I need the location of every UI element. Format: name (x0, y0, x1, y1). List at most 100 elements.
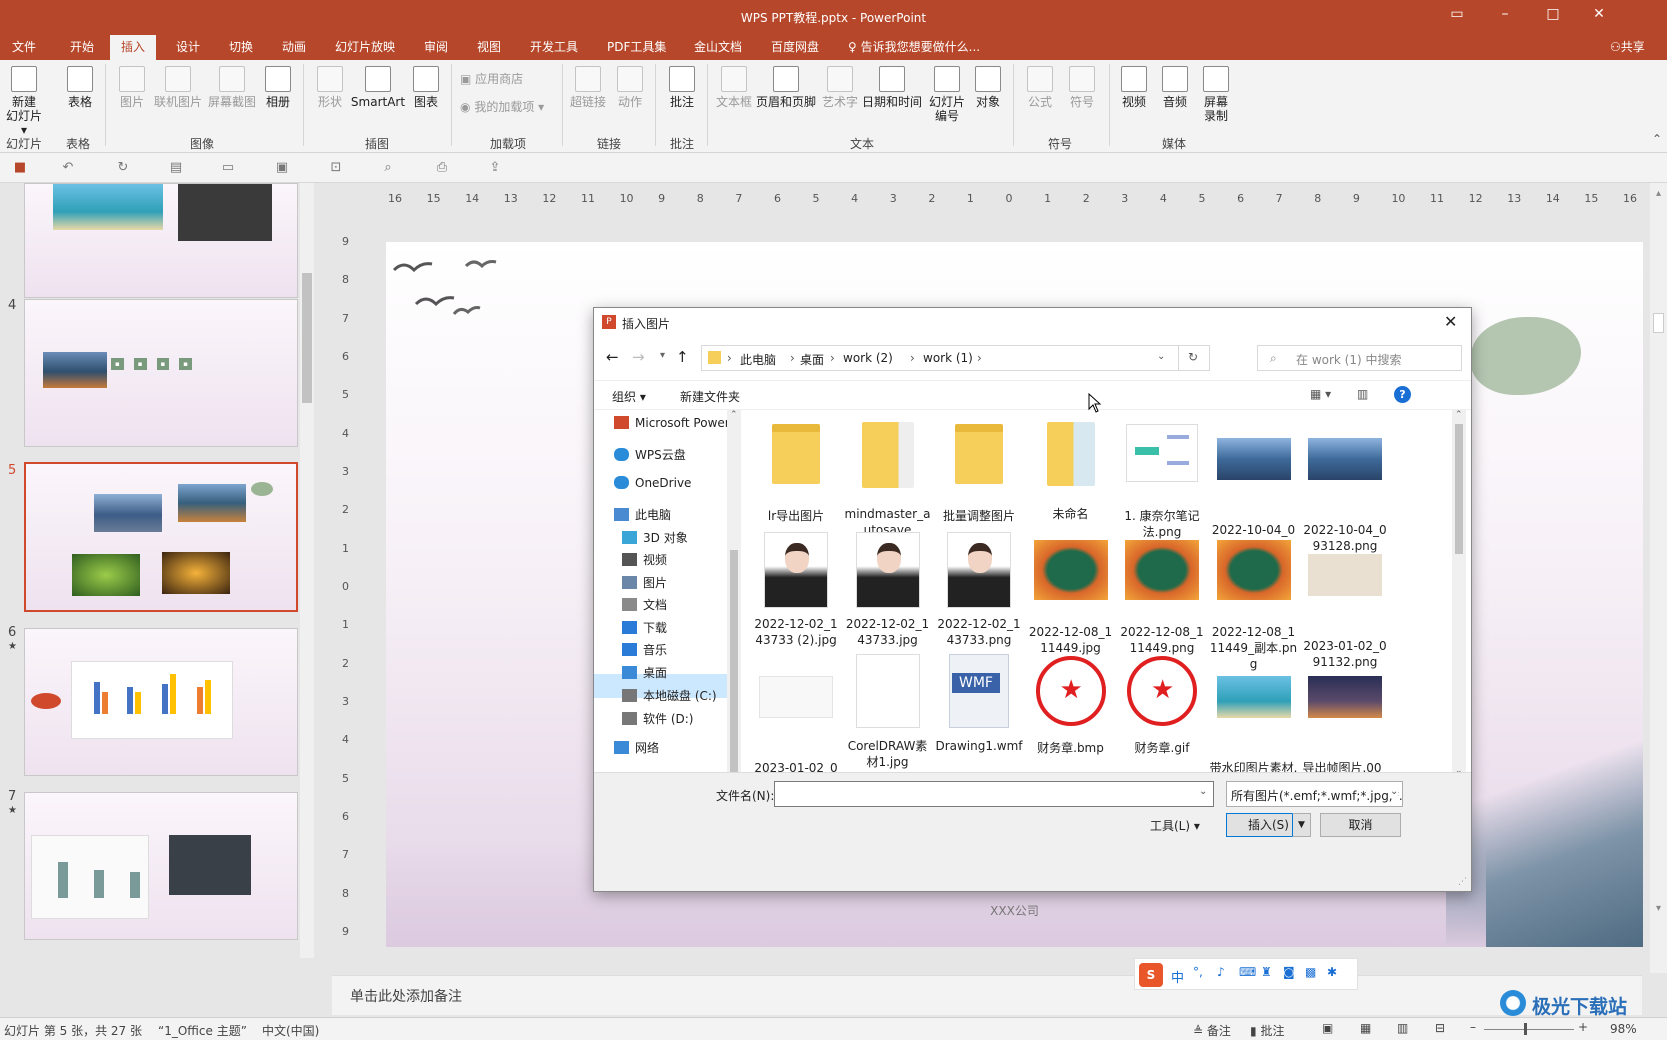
online-picture-button[interactable]: 联机图片 (150, 66, 206, 109)
slideshow-view-icon[interactable]: ⊟ (1435, 1021, 1445, 1035)
file-item[interactable]: 2022-12-02_143733.jpg (843, 532, 933, 648)
dialog-close-button[interactable]: ✕ (1444, 312, 1457, 331)
close-button[interactable]: ✕ (1584, 6, 1614, 22)
preview-icon[interactable]: ⌕ (380, 160, 396, 176)
present-icon[interactable]: ⊡ (328, 160, 344, 176)
scrollbar-thumb[interactable] (730, 550, 738, 780)
apps-icon[interactable]: ▩ (1305, 965, 1316, 979)
tab-transitions[interactable]: 切换 (229, 38, 253, 55)
collapse-ribbon-icon[interactable]: ⌃ (1652, 132, 1662, 146)
zoom-slider[interactable] (1484, 1029, 1574, 1030)
audio-button[interactable]: 音频 (1155, 66, 1195, 109)
nav-item[interactable]: 软件 (D:) (622, 710, 693, 727)
tab-animations[interactable]: 动画 (282, 38, 306, 55)
notes-toggle[interactable]: ≜ 备注 (1193, 1022, 1231, 1039)
zoom-slider-thumb[interactable] (1524, 1023, 1527, 1035)
nav-item[interactable]: 音乐 (622, 641, 667, 658)
skin-icon[interactable]: ♜ (1261, 965, 1272, 979)
address-dropdown-icon[interactable]: ⌄ (1157, 351, 1165, 362)
reading-view-icon[interactable]: ▥ (1397, 1021, 1408, 1035)
refresh-icon[interactable]: ↻ (1188, 350, 1198, 364)
file-item[interactable]: 2022-12-02_143733.png (934, 532, 1024, 648)
zoom-in-button[interactable]: + (1578, 1020, 1588, 1034)
tab-baidu-netdisk[interactable]: 百度网盘 (771, 38, 819, 55)
breadcrumb-work1[interactable]: work (1) (923, 351, 973, 365)
settings-icon[interactable]: ✱ (1327, 965, 1337, 979)
scroll-down-icon[interactable]: ▾ (1656, 903, 1661, 914)
nav-item[interactable]: 此电脑 (614, 506, 671, 523)
datetime-button[interactable]: 日期和时间 (860, 66, 924, 109)
nav-item[interactable]: 视频 (622, 551, 667, 568)
tab-view[interactable]: 视图 (477, 38, 501, 55)
resize-grip-icon[interactable]: ⋰ (1458, 877, 1467, 887)
new-folder-button[interactable]: 新建文件夹 (680, 388, 740, 405)
chart-button[interactable]: 图表 (406, 66, 446, 109)
slide-footer[interactable]: XXX公司 (386, 902, 1643, 919)
action-button[interactable]: 动作 (610, 66, 650, 109)
filename-dropdown-icon[interactable]: ⌄ (1199, 786, 1207, 797)
scroll-up-icon[interactable]: ⌃ (730, 410, 738, 420)
filetype-select[interactable]: 所有图片(*.emf;*.wmf;*.jpg;*.j (1226, 781, 1403, 807)
shapes-button[interactable]: 形状 (310, 66, 350, 109)
nav-item[interactable]: 桌面 (622, 664, 667, 681)
ribbon-display-icon[interactable]: ▭ (1442, 6, 1472, 22)
forward-arrow-icon[interactable]: → (632, 348, 645, 366)
comment-button[interactable]: 批注 (662, 66, 702, 109)
up-arrow-icon[interactable]: ↑ (676, 348, 689, 366)
slide-thumbnail-5[interactable] (24, 462, 298, 612)
recent-dropdown-icon[interactable]: ▾ (660, 350, 665, 361)
redo-icon[interactable]: ↻ (115, 160, 131, 176)
file-item[interactable]: 未命名 (1026, 418, 1116, 522)
preview-pane-icon[interactable]: ▥ (1357, 387, 1368, 401)
tab-slideshow[interactable]: 幻灯片放映 (335, 38, 395, 55)
slide-thumbnail-7[interactable] (24, 792, 298, 940)
layout-icon[interactable]: ▭ (220, 160, 236, 176)
save-icon[interactable]: ■ (12, 160, 28, 176)
normal-view-icon[interactable]: ▣ (1322, 1021, 1333, 1035)
tab-file[interactable]: 文件 (12, 38, 36, 55)
nav-item[interactable]: WPS云盘 (614, 446, 686, 463)
cancel-button[interactable]: 取消 (1320, 813, 1401, 837)
file-item[interactable]: 2022-12-08_111449.png (1117, 532, 1207, 656)
picture-button[interactable]: 图片 (112, 66, 152, 109)
tab-review[interactable]: 审阅 (424, 38, 448, 55)
file-item[interactable]: 2023-01-02_091132.png (1300, 532, 1390, 670)
file-item[interactable]: 2022-12-02_143733 (2).jpg (751, 532, 841, 648)
scrollbar-thumb[interactable] (1653, 313, 1664, 333)
zoom-level[interactable]: 98% (1610, 1022, 1637, 1036)
microphone-icon[interactable]: ♪ (1217, 965, 1225, 979)
slide-scrollbar[interactable]: ▴ ▾ (1650, 183, 1667, 973)
tab-insert[interactable]: 插入 (110, 35, 157, 60)
file-item[interactable]: ★ 财务章.gif (1117, 654, 1207, 756)
symbol-button[interactable]: 符号 (1062, 66, 1102, 109)
print-icon[interactable]: ⎙ (434, 160, 450, 176)
breadcrumb-work2[interactable]: work (2) (843, 351, 893, 365)
scrollbar-thumb[interactable] (1455, 424, 1463, 554)
start-slideshow-icon[interactable]: ▣ (274, 160, 290, 176)
slide-thumbnail-3[interactable] (24, 183, 298, 298)
textbox-button[interactable]: 文本框 (712, 66, 756, 109)
scroll-up-icon[interactable]: ▴ (1656, 188, 1661, 199)
file-item[interactable]: WMF Drawing1.wmf (934, 654, 1024, 754)
file-item[interactable]: CorelDRAW素材1.jpg (843, 654, 933, 770)
file-item[interactable]: mindmaster_autosave (843, 418, 933, 538)
file-item[interactable]: 2022-12-08_111449_副本.png (1209, 532, 1299, 672)
file-item[interactable]: lr导出图片 (751, 418, 841, 524)
file-scrollbar[interactable]: ⌃ ⌄ (1452, 410, 1466, 782)
breadcrumb-desktop[interactable]: 桌面 (800, 351, 824, 368)
language[interactable]: 中文(中国) (262, 1022, 319, 1039)
export-icon[interactable]: ⇪ (487, 160, 503, 176)
tab-design[interactable]: 设计 (176, 38, 200, 55)
game-icon[interactable]: ◙ (1283, 965, 1295, 979)
back-arrow-icon[interactable]: ← (606, 348, 619, 366)
search-box[interactable]: ⌕ 在 work (1) 中搜索 (1257, 345, 1462, 371)
scroll-up-icon[interactable]: ⌃ (1455, 410, 1463, 420)
filetype-dropdown-icon[interactable]: ⌄ (1390, 786, 1399, 797)
nav-item[interactable]: 本地磁盘 (C:) (622, 687, 717, 704)
wordart-button[interactable]: 艺术字 (818, 66, 862, 109)
zoom-out-button[interactable]: – (1470, 1020, 1476, 1034)
screen-record-button[interactable]: 屏幕 录制 (1196, 66, 1236, 123)
slide-number-button[interactable]: 幻灯片 编号 (924, 66, 970, 123)
equation-button[interactable]: 公式 (1020, 66, 1060, 109)
smartart-button[interactable]: SmartArt (348, 66, 408, 109)
